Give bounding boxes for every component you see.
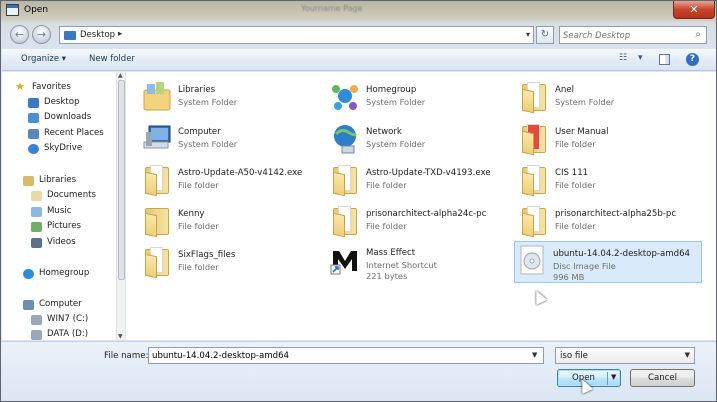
list-item[interactable]: CIS 111 File folder [517,161,697,199]
window-title: Open [24,5,49,15]
list-item[interactable]: SixFlags_files File folder [140,243,320,281]
organize-dropdown-icon: ▾ [61,54,67,64]
open-options-dropdown-icon[interactable]: ▼ [611,373,616,381]
close-icon: ✕ [689,3,699,16]
preview-pane-icon[interactable] [659,54,670,65]
videos-icon [31,238,42,248]
scroll-down-icon[interactable]: ▼ [118,333,123,340]
list-item[interactable]: Astro-Update-A50-v4142.exe File folder [140,161,320,199]
nav-scrollbar[interactable]: ▲ ▼ [116,72,125,340]
forward-button[interactable]: → [32,25,51,44]
list-item[interactable]: prisonarchitect-alpha25b-pc File folder [517,202,697,240]
search-icon[interactable]: ⌕ [695,29,701,40]
change-view-icon[interactable]: ☷ [619,53,627,63]
navigation-pane: ★ Favorites Desktop Downloads Recent Pla… [2,72,125,340]
recent-places-icon [28,129,39,139]
refresh-button[interactable]: ↻ [536,26,554,44]
organize-button[interactable]: Organize ▾ [21,54,66,64]
file-type-select[interactable]: iso file ▼ [555,347,695,364]
drive-icon [31,330,42,340]
scroll-up-icon[interactable]: ▲ [118,72,123,79]
list-item[interactable]: Mass Effect Internet Shortcut 221 bytes [328,241,508,283]
cancel-button[interactable]: Cancel [630,369,695,387]
file-list: Libraries System Folder Homegroup System… [126,72,716,340]
folder-icon [330,204,360,238]
new-folder-button[interactable]: New folder [89,54,135,64]
list-item[interactable]: Anel System Folder [517,78,697,116]
breadcrumb-desktop[interactable]: Desktop [80,30,115,40]
homegroup-icon [23,269,34,279]
forward-arrow-icon: → [36,28,47,41]
search-input[interactable] [563,29,683,42]
list-item[interactable]: Astro-Update-TXD-v4193.exe File folder [328,161,508,199]
open-split-divider [607,372,608,385]
drive-icon [31,315,42,325]
computer-icon [23,300,34,310]
scroll-thumb[interactable] [118,80,125,280]
list-item[interactable]: Network System Folder [328,120,508,158]
file-name-input[interactable] [148,347,544,364]
background-window-text: Yourname Page [301,4,363,13]
back-button[interactable]: ← [10,25,29,44]
refresh-icon: ↻ [540,29,550,40]
breadcrumb-chevron-icon[interactable]: ▸ [118,29,122,39]
network-icon [334,125,358,154]
view-options-dropdown-icon[interactable]: ▾ [638,53,643,63]
file-name-label: File name: [104,351,149,361]
file-type-dropdown-icon: ▼ [684,351,690,359]
skydrive-cloud-icon [28,144,39,154]
open-dialog: Open Yourname Page ✕ ← → Desktop ▸ ▾ ↻ ⌕… [0,0,717,402]
pictures-icon [31,222,42,232]
title-bar: Open Yourname Page ✕ [1,1,716,21]
mass-effect-icon [330,249,359,275]
file-name-dropdown-icon[interactable]: ▼ [532,351,537,359]
file-type-value: iso file [560,351,588,361]
folder-icon [330,163,360,197]
libraries-icon [143,82,171,111]
music-icon [31,207,42,217]
list-item[interactable]: User Manual File folder [517,120,697,158]
organize-label: Organize [21,54,60,64]
window-icon [6,4,19,16]
desktop-folder-icon [64,31,76,40]
close-button[interactable]: ✕ [673,1,715,19]
back-arrow-icon: ← [14,28,25,41]
list-item[interactable]: Homegroup System Folder [328,78,508,116]
address-history-dropdown-icon[interactable]: ▾ [526,30,530,39]
favorites-star-icon: ★ [15,80,25,93]
homegroup-icon [332,85,358,110]
mouse-pointer-icon [530,288,548,305]
list-item[interactable]: prisonarchitect-alpha24c-pc File folder [328,202,508,240]
folder-icon [142,204,172,238]
folder-icon [519,204,549,238]
downloads-icon [28,113,39,123]
list-item[interactable]: Kenny File folder [140,202,320,240]
address-bar[interactable]: Desktop ▸ ▾ [59,26,534,44]
folder-icon [519,122,549,156]
list-item[interactable]: Computer System Folder [140,120,320,158]
help-icon[interactable]: ? [686,53,699,66]
folder-icon [142,163,172,197]
list-item-selected[interactable]: ubuntu-14.04.2-desktop-amd64 Disc Image … [514,241,702,283]
dialog-footer: File name: ▼ iso file ▼ Open ▼ Cancel [1,341,716,401]
computer-icon [143,125,171,149]
documents-icon [31,191,42,201]
command-bar: Organize ▾ New folder ☷ ▾ ? [2,49,716,71]
disc-image-icon [520,245,544,275]
user-folder-icon [519,80,549,114]
libraries-icon [23,176,34,186]
folder-icon [142,245,172,279]
desktop-icon [28,98,39,108]
list-item[interactable]: Libraries System Folder [140,78,320,116]
search-box[interactable]: ⌕ [559,26,707,44]
folder-icon [519,163,549,197]
